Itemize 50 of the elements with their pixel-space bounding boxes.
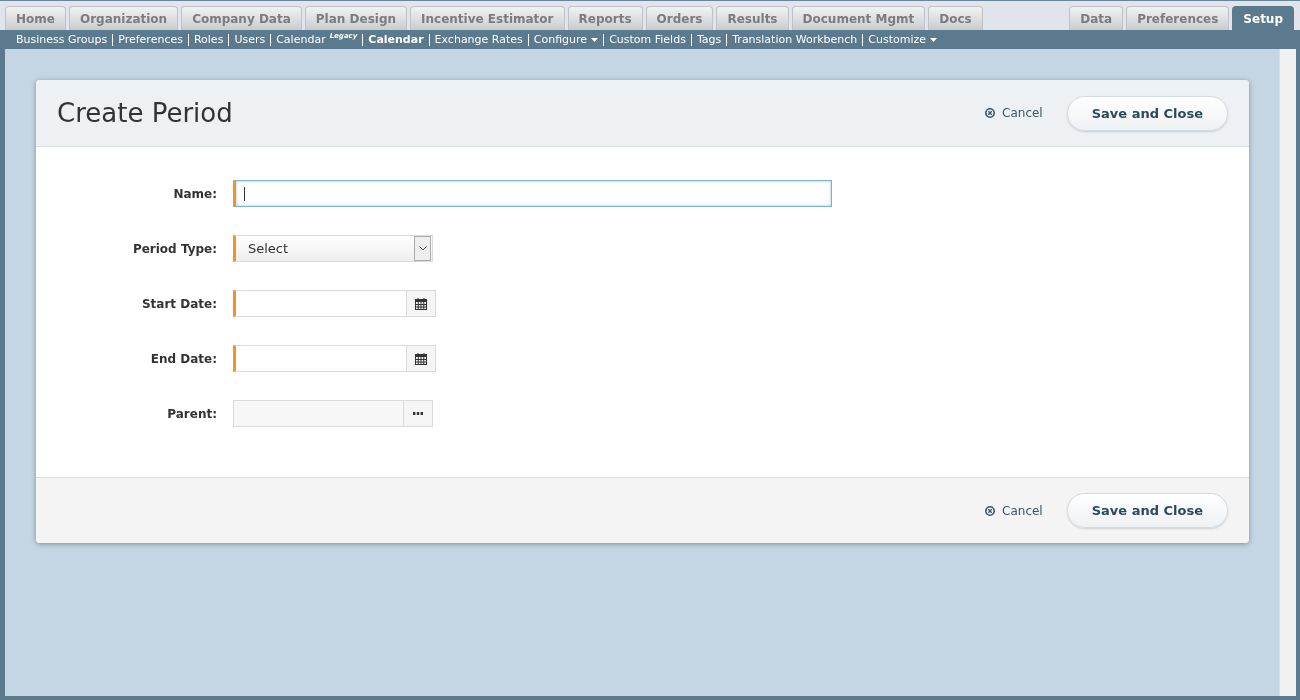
caret-icon — [591, 37, 599, 42]
field-label: Name: — [172, 186, 217, 201]
nav-tab[interactable]: Docs — [928, 6, 983, 30]
field-label: Parent: — [166, 406, 217, 421]
date-input-field[interactable] — [233, 290, 436, 317]
nav-tab[interactable]: Home — [5, 6, 66, 30]
field-label: End Date: — [149, 351, 217, 366]
nav-link[interactable]: Customize — [868, 33, 938, 46]
nav-link[interactable]: Users — [234, 33, 266, 46]
nav-link[interactable]: Business Groups — [16, 33, 108, 46]
nav-link[interactable]: Roles — [193, 33, 224, 46]
cancel-link[interactable]: Cancel — [985, 106, 1043, 120]
nav-link[interactable]: Calendar — [368, 33, 424, 46]
calendar-icon — [415, 352, 427, 365]
field-label: Period Type: — [131, 241, 217, 256]
scrollbar[interactable] — [1279, 49, 1296, 696]
nav-tab[interactable]: Orders — [645, 6, 714, 30]
ellipsis-icon — [413, 412, 423, 415]
nav-link[interactable]: Exchange Rates — [434, 33, 523, 46]
save-and-close-button[interactable]: Save and Close — [1066, 95, 1228, 131]
nav-tab[interactable]: Data — [1069, 6, 1124, 30]
close-icon — [985, 108, 996, 118]
caret-icon — [930, 37, 938, 42]
save-and-close-button[interactable]: Save and Close — [1066, 493, 1228, 528]
nav-tab[interactable]: Setup — [1232, 6, 1294, 30]
calendar-icon — [415, 297, 427, 310]
nav-link[interactable]: Preferences — [118, 33, 183, 46]
nav-link[interactable]: Tags — [696, 33, 722, 46]
nav-tab[interactable]: Document Mgmt — [791, 6, 926, 30]
nav-tab[interactable]: Reports — [567, 6, 643, 30]
nav-tab[interactable]: Results — [716, 6, 789, 30]
calendar-button[interactable] — [406, 346, 435, 371]
nav-link[interactable]: Translation Workbench — [732, 33, 858, 46]
period-type-dropdown[interactable]: Select — [233, 235, 433, 262]
field-label: Start Date: — [140, 296, 217, 311]
nav-tab[interactable]: Preferences — [1126, 6, 1230, 30]
nav-tab[interactable]: Incentive Estimator — [410, 6, 565, 30]
nav-tab[interactable]: Company Data — [181, 6, 302, 30]
name-input-field[interactable] — [233, 180, 832, 207]
nav-link[interactable]: Configure — [533, 33, 599, 46]
cancel-link[interactable]: Cancel — [985, 503, 1043, 518]
nav-link[interactable]: Custom Fields — [609, 33, 686, 46]
close-icon — [985, 505, 996, 516]
lookup-input-field[interactable] — [233, 400, 433, 427]
chevron-down-icon — [418, 246, 427, 251]
dialog-title: Create Period — [57, 98, 233, 128]
date-input-field[interactable] — [233, 345, 436, 372]
nav-tab[interactable]: Organization — [68, 6, 179, 30]
calendar-button[interactable] — [406, 291, 435, 316]
nav-tab[interactable]: Plan Design — [304, 6, 408, 30]
